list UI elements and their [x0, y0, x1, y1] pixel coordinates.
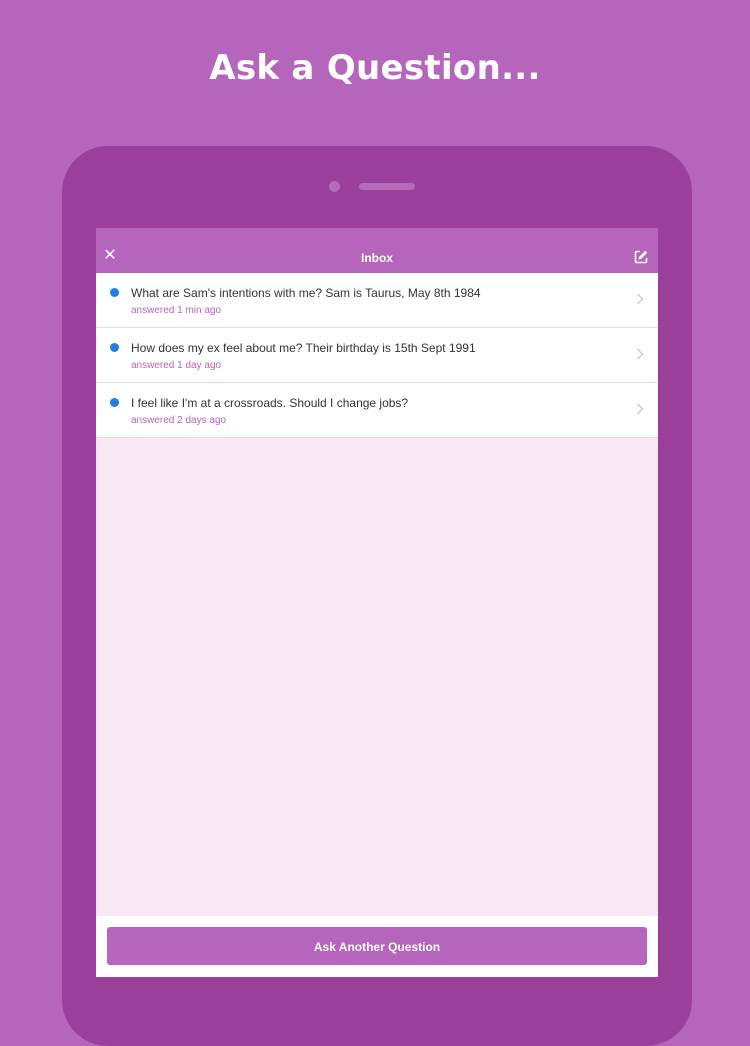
chevron-right-icon	[637, 348, 644, 360]
speaker-slot	[359, 183, 415, 190]
answered-time: answered 1 day ago	[131, 360, 222, 371]
answered-time: answered 1 min ago	[131, 305, 222, 316]
camera-dot	[329, 181, 340, 192]
unread-dot	[110, 343, 119, 352]
question-text: How does my ex feel about me? Their birt…	[131, 341, 476, 355]
chevron-right-icon	[637, 403, 644, 415]
list-item[interactable]: I feel like I'm at a crossroads. Should …	[96, 383, 658, 438]
compose-icon[interactable]	[634, 250, 648, 264]
navigation-bar: ✕ Inbox	[96, 228, 658, 273]
answered-time: answered 2 days ago	[131, 415, 227, 426]
list-item[interactable]: What are Sam's intentions with me? Sam i…	[96, 273, 658, 328]
nav-title: Inbox	[361, 251, 393, 265]
list-item[interactable]: How does my ex feel about me? Their birt…	[96, 328, 658, 383]
bottom-bar: Ask Another Question	[96, 916, 658, 977]
app-screen: ✕ Inbox What are Sam's intentions with m…	[96, 228, 658, 977]
unread-dot	[110, 398, 119, 407]
chevron-right-icon	[637, 293, 644, 305]
unread-dot	[110, 288, 119, 297]
question-text: What are Sam's intentions with me? Sam i…	[131, 286, 481, 300]
page-headline: Ask a Question...	[209, 48, 541, 88]
ask-another-question-button[interactable]: Ask Another Question	[107, 927, 647, 965]
question-text: I feel like I'm at a crossroads. Should …	[131, 396, 409, 410]
question-list: What are Sam's intentions with me? Sam i…	[96, 273, 658, 438]
